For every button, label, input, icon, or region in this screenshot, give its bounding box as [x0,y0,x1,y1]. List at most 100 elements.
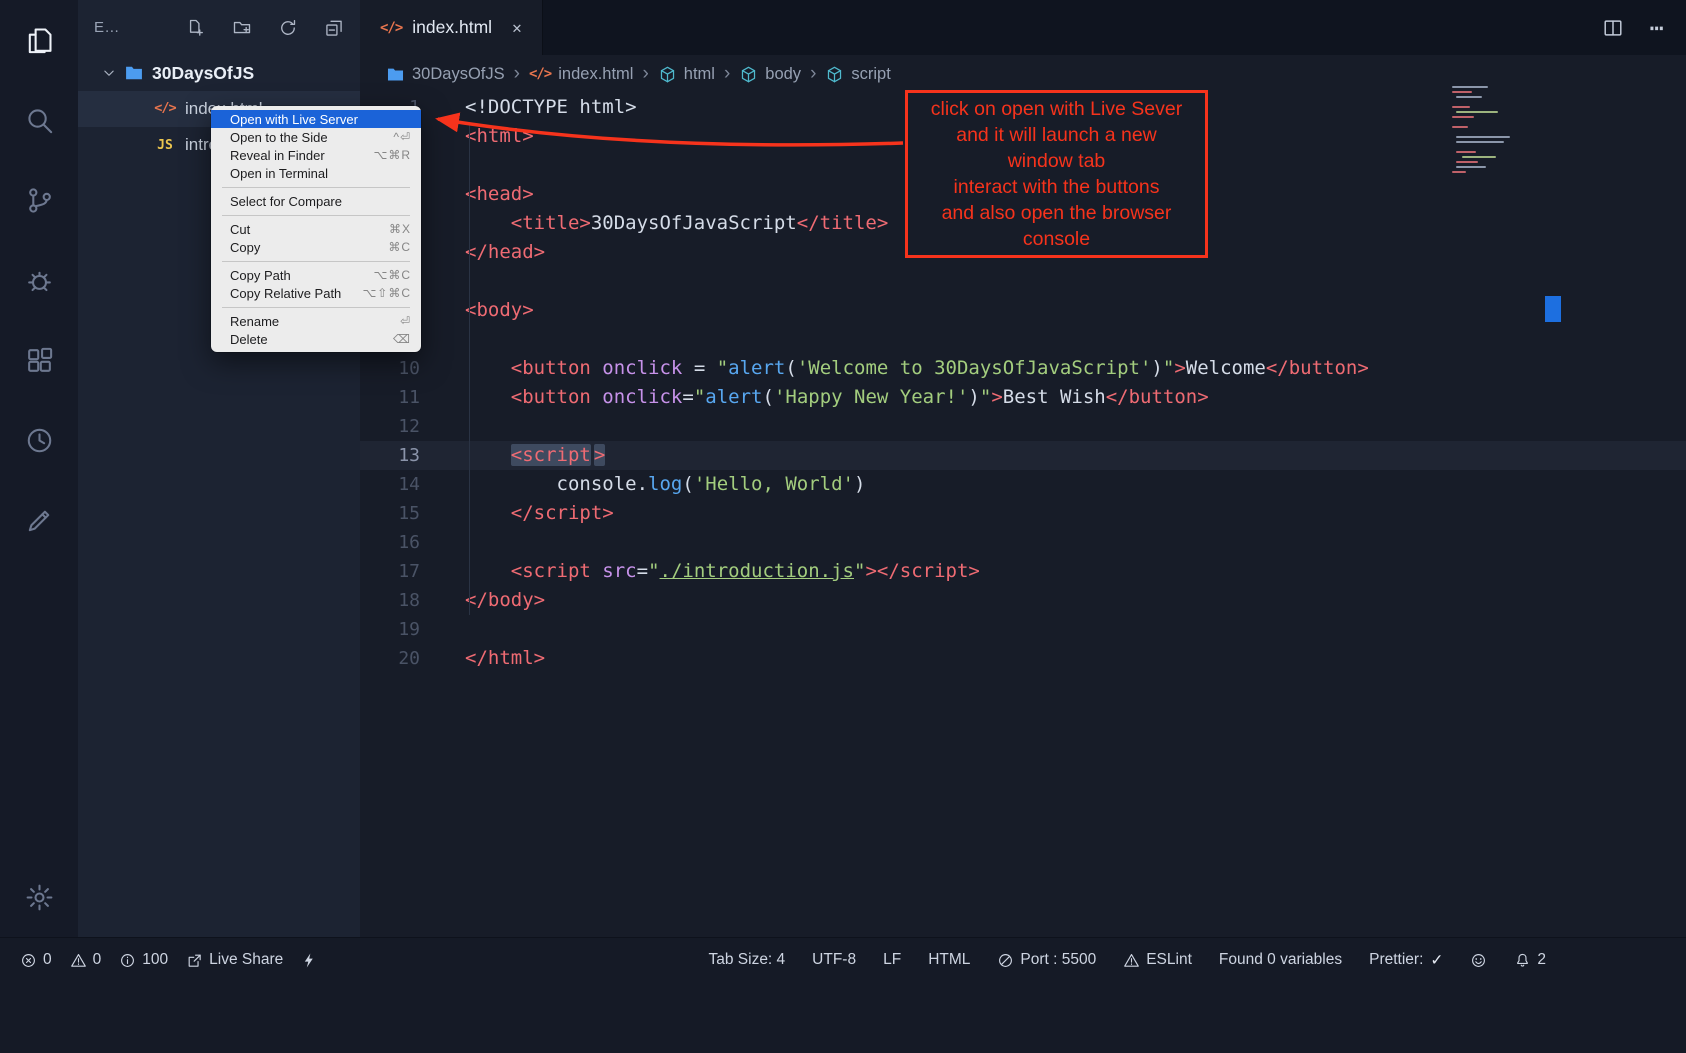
breadcrumb-index-html[interactable]: </>index.html [529,65,634,84]
menu-separator [222,215,410,216]
new-folder-button[interactable] [232,18,252,38]
code-line-8[interactable]: 8<body> [360,296,1686,325]
context-menu: Open with Live ServerOpen to the Side^⏎R… [211,106,421,352]
tabs-container: </> index.html ✕ [360,0,543,55]
bolt-icon [301,952,318,969]
clock-icon [24,425,55,456]
activity-explorer-button[interactable] [0,0,78,80]
activity-settings-button[interactable] [0,857,78,937]
code-line-13[interactable]: 13 <script> [360,441,1686,470]
menu-separator [222,261,410,262]
code-icon: </> [380,21,402,35]
menu-item-delete[interactable]: Delete⌫ [211,330,421,348]
status-found-0-variables[interactable]: Found 0 variables [1219,951,1342,969]
root-folder-label: 30DaysOfJS [152,63,254,84]
menu-item-copy-path[interactable]: Copy Path⌥⌘C [211,266,421,284]
menu-item-select-for-compare[interactable]: Select for Compare [211,192,421,210]
status-eslint[interactable]: ESLint [1123,951,1192,969]
cube-icon [825,65,844,84]
code-line-16[interactable]: 16 [360,528,1686,557]
collapse-all-button[interactable] [324,18,344,38]
breadcrumb-separator: › [642,63,648,85]
annotation-line: and it will launch a new [910,122,1203,148]
vscode-window: E… 30DaysOfJS</>index.htmlJSintroduction… [0,0,1686,1053]
code-line-14[interactable]: 14 console.log('Hello, World') [360,470,1686,499]
code-line-10[interactable]: 10 <button onclick = "alert('Welcome to … [360,354,1686,383]
error-icon [20,952,37,969]
menu-item-cut[interactable]: Cut⌘X [211,220,421,238]
annotation-box: click on open with Live Severand it will… [905,90,1208,258]
explorer-title: E… [94,19,120,36]
menu-item-rename[interactable]: Rename⏎ [211,312,421,330]
folder-icon [386,65,405,84]
menu-item-open-to-the-side[interactable]: Open to the Side^⏎ [211,128,421,146]
code-icon: </> [154,102,176,116]
status-prettier[interactable]: Prettier:✓ [1369,951,1443,970]
cube-icon [739,65,758,84]
status-port-5500[interactable]: Port : 5500 [997,951,1096,969]
breadcrumb-separator: › [810,63,816,85]
status-live-share[interactable]: Live Share [186,951,283,969]
settings-icon [24,882,55,913]
activity-extensions-button[interactable] [0,320,78,400]
code-line-18[interactable]: 18</body> [360,586,1686,615]
status-tab-size-4[interactable]: Tab Size: 4 [708,951,785,969]
code-icon: </> [529,67,551,81]
status-0[interactable]: 0 [70,951,102,969]
more-actions-button[interactable]: ⋯ [1650,14,1664,42]
line-number: 15 [360,499,465,528]
tab-label: index.html [412,17,492,38]
status-lf[interactable]: LF [883,951,901,969]
debug-icon [24,265,55,296]
activity-source-control-button[interactable] [0,160,78,240]
breadcrumb-script[interactable]: script [825,65,890,84]
line-number: 14 [360,470,465,499]
breadcrumb-30daysofjs[interactable]: 30DaysOfJS [386,65,505,84]
collapse-all-icon [324,18,344,38]
new-folder-icon [232,18,252,38]
breadcrumb-separator: › [724,63,730,85]
menu-item-open-with-live-server[interactable]: Open with Live Server [211,110,421,128]
activity-debug-button[interactable] [0,240,78,320]
annotation-line: interact with the buttons [910,174,1203,200]
tree-root-30daysofjs[interactable]: 30DaysOfJS [78,55,360,91]
tab-close-button[interactable]: ✕ [512,18,522,37]
activity-clock-button[interactable] [0,400,78,480]
indent-guide [469,122,470,615]
code-line-7[interactable]: 7 [360,267,1686,296]
minimap[interactable] [1452,86,1552,176]
status-100[interactable]: 100 [119,951,168,969]
code-line-15[interactable]: 15 </script> [360,499,1686,528]
menu-item-reveal-in-finder[interactable]: Reveal in Finder⌥⌘R [211,146,421,164]
status-html[interactable]: HTML [928,951,970,969]
activity-search-button[interactable] [0,80,78,160]
cube-icon [658,65,677,84]
menu-separator [222,307,410,308]
status-bolt[interactable] [301,952,318,969]
tab-bar: </> index.html ✕ ⋯ [360,0,1686,55]
split-editor-button[interactable] [1602,17,1624,39]
status-smiley[interactable] [1470,952,1487,969]
code-line-17[interactable]: 17 <script src="./introduction.js"></scr… [360,557,1686,586]
tab-index-html[interactable]: </> index.html ✕ [360,0,543,55]
code-line-19[interactable]: 19 [360,615,1686,644]
explorer-header: E… [78,0,360,55]
code-line-9[interactable]: 9 [360,325,1686,354]
refresh-button[interactable] [278,18,298,38]
code-line-12[interactable]: 12 [360,412,1686,441]
code-line-20[interactable]: 20</html> [360,644,1686,673]
breadcrumb-body[interactable]: body [739,65,801,84]
explorer-actions [186,18,344,38]
status-2[interactable]: 2 [1514,951,1546,969]
new-file-button[interactable] [186,18,206,38]
breadcrumb-html[interactable]: html [658,65,715,84]
code-line-11[interactable]: 11 <button onclick="alert('Happy New Yea… [360,383,1686,412]
activity-pen-button[interactable] [0,480,78,560]
line-number: 11 [360,383,465,412]
menu-item-copy[interactable]: Copy⌘C [211,238,421,256]
menu-item-open-in-terminal[interactable]: Open in Terminal [211,164,421,182]
status-utf-8[interactable]: UTF-8 [812,951,856,969]
status-0[interactable]: 0 [20,951,52,969]
line-number: 19 [360,615,465,644]
menu-item-copy-relative-path[interactable]: Copy Relative Path⌥⇧⌘C [211,284,421,302]
